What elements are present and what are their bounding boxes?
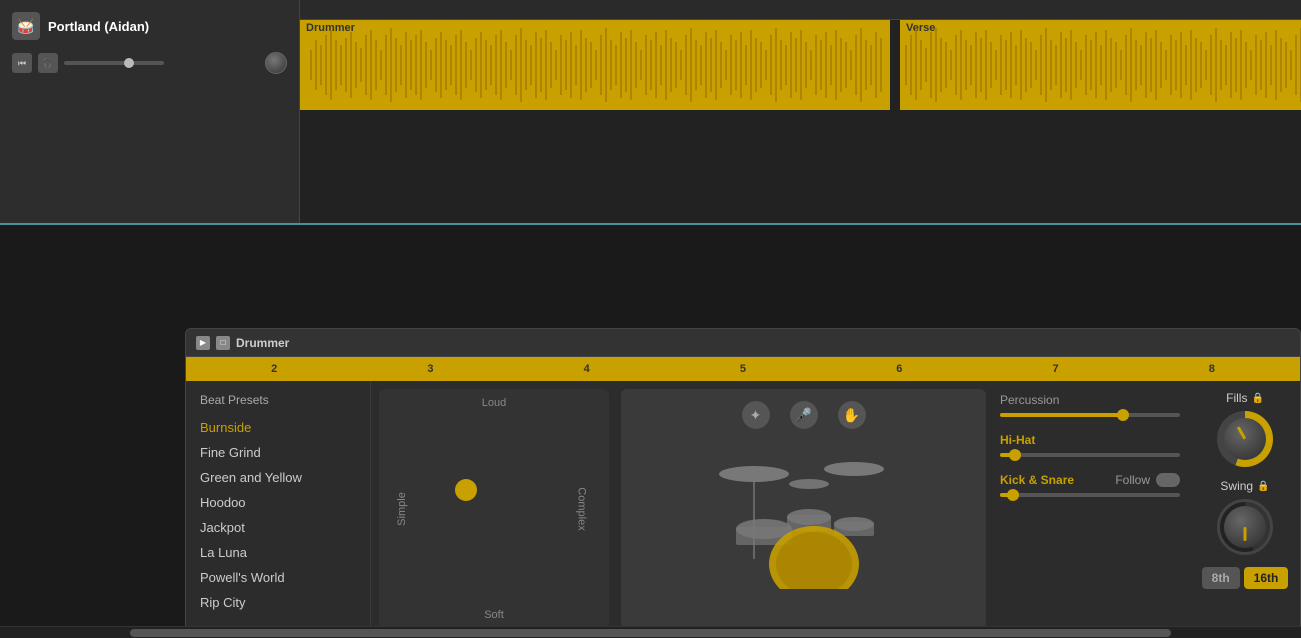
beat-presets-title: Beat Presets — [186, 389, 370, 415]
kick-snare-thumb — [1007, 489, 1019, 501]
track-name: Portland (Aidan) — [48, 19, 149, 34]
fills-knob[interactable] — [1217, 411, 1273, 467]
rewind-button[interactable]: ⏮ — [12, 53, 32, 73]
ruler-marks-container: 2 3 4 5 6 7 8 — [196, 363, 1290, 375]
preset-rip-city[interactable]: Rip City — [186, 590, 370, 615]
ruler-mark-2: 2 — [271, 363, 277, 375]
headphones-button[interactable]: 🎧 — [38, 53, 58, 73]
preset-fine-grind[interactable]: Fine Grind — [186, 440, 370, 465]
swing-label-row: Swing 🔒 — [1198, 479, 1292, 493]
mic-icon-btn[interactable]: 🎤 — [790, 401, 818, 429]
swing-knob-inner — [1224, 506, 1266, 548]
fills-label-row: Fills 🔒 — [1198, 391, 1292, 405]
preset-hoodoo[interactable]: Hoodoo — [186, 490, 370, 515]
track-controls: ⏮ 🎧 — [12, 52, 287, 74]
timeline-ruler — [300, 0, 1301, 20]
ruler-mark-3: 3 — [427, 363, 433, 375]
xy-loud-label: Loud — [482, 397, 506, 409]
ruler-mark-4: 4 — [584, 363, 590, 375]
swing-label: Swing — [1220, 479, 1253, 493]
percussion-label: Percussion — [1000, 393, 1180, 407]
xy-complex-label: Complex — [575, 487, 587, 530]
ruler-mark-6: 6 — [896, 363, 902, 375]
volume-slider-container — [64, 61, 259, 65]
drum-kit-area: ✦ 🎤 ✋ — [621, 389, 986, 629]
fills-knob-inner — [1224, 418, 1266, 460]
drummer-waveform-svg — [300, 20, 890, 110]
drummer-editor-panel: ▶ □ Drummer 2 3 4 5 6 7 8 Beat Presets B… — [185, 328, 1301, 638]
hihat-slider[interactable] — [1000, 453, 1180, 457]
drummer-editor-title: Drummer — [236, 336, 289, 350]
follow-toggle-switch[interactable] — [1156, 473, 1180, 487]
kick-snare-slider[interactable] — [1000, 493, 1180, 497]
preset-la-luna[interactable]: La Luna — [186, 540, 370, 565]
swing-lock-icon: 🔒 — [1257, 481, 1269, 492]
pan-knob[interactable] — [265, 52, 287, 74]
sun-icon-btn[interactable]: ✦ — [742, 401, 770, 429]
track-title-row: 🥁 Portland (Aidan) — [12, 12, 287, 40]
beat-8th-button[interactable]: 8th — [1202, 567, 1240, 589]
beat-buttons: 8th 16th — [1202, 567, 1289, 589]
verse-waveform-region[interactable]: Verse — [900, 20, 1301, 110]
drum-icons-row: ✦ 🎤 ✋ — [742, 401, 866, 429]
drummer-icon: ▶ — [196, 336, 210, 350]
fills-lock-icon: 🔒 — [1251, 393, 1263, 404]
drummer-icon2: □ — [216, 336, 230, 350]
ruler-mark-7: 7 — [1052, 363, 1058, 375]
ruler-mark-5: 5 — [740, 363, 746, 375]
track-waveform-area: Drummer — [300, 0, 1301, 223]
preset-green-yellow[interactable]: Green and Yellow — [186, 465, 370, 490]
volume-slider[interactable] — [64, 61, 164, 65]
fills-knob-indicator — [1237, 426, 1247, 440]
drummer-ruler: 2 3 4 5 6 7 8 — [186, 357, 1300, 381]
hihat-section: Hi-Hat — [1000, 433, 1180, 457]
fills-section: Fills 🔒 — [1198, 391, 1292, 467]
preset-burnside[interactable]: Burnside — [186, 415, 370, 440]
kick-snare-label: Kick & Snare — [1000, 473, 1074, 487]
hand-icon-btn[interactable]: ✋ — [838, 401, 866, 429]
scrollbar-thumb[interactable] — [130, 629, 1171, 637]
drummer-editor-header: ▶ □ Drummer — [186, 329, 1300, 357]
drummer-waveform-region[interactable]: Drummer — [300, 20, 890, 110]
xy-soft-label: Soft — [484, 609, 504, 621]
kick-snare-section: Kick & Snare Follow — [1000, 473, 1180, 497]
kick-snare-header: Kick & Snare Follow — [1000, 473, 1180, 487]
percussion-section: Percussion — [1000, 393, 1180, 417]
percussion-thumb — [1117, 409, 1129, 421]
drum-kit-svg — [714, 429, 894, 589]
ruler-mark-8: 8 — [1209, 363, 1215, 375]
bottom-scrollbar[interactable] — [0, 626, 1301, 638]
beat-presets-panel: Beat Presets Burnside Fine Grind Green a… — [186, 381, 371, 637]
preset-powells-world[interactable]: Powell's World — [186, 565, 370, 590]
beat-16th-button[interactable]: 16th — [1244, 567, 1289, 589]
verse-waveform-svg — [900, 20, 1301, 110]
xy-simple-label: Simple — [396, 492, 408, 526]
fills-label: Fills — [1226, 391, 1247, 405]
drum-controls-panel: Percussion Hi-Hat Kick & Snare Follow — [990, 381, 1190, 637]
percussion-fill — [1000, 413, 1126, 417]
hihat-thumb — [1009, 449, 1021, 461]
preset-jackpot[interactable]: Jackpot — [186, 515, 370, 540]
track-icon: 🥁 — [12, 12, 40, 40]
xy-position-dot[interactable] — [455, 479, 477, 501]
percussion-slider[interactable] — [1000, 413, 1180, 417]
swing-knob-indicator — [1244, 527, 1247, 541]
daw-top-area: 🥁 Portland (Aidan) ⏮ 🎧 Drummer — [0, 0, 1301, 225]
right-panel: Fills 🔒 Swing 🔒 — [1190, 381, 1300, 637]
xy-pad[interactable]: Loud Soft Simple Complex — [379, 389, 609, 629]
drummer-content: Beat Presets Burnside Fine Grind Green a… — [186, 381, 1300, 637]
follow-label: Follow — [1115, 473, 1150, 487]
volume-thumb — [124, 58, 134, 68]
hihat-label: Hi-Hat — [1000, 433, 1180, 447]
swing-knob[interactable] — [1217, 499, 1273, 555]
swing-section: Swing 🔒 — [1198, 479, 1292, 555]
drum-kit-svg-container — [714, 429, 894, 589]
track-header: 🥁 Portland (Aidan) ⏮ 🎧 — [0, 0, 300, 223]
